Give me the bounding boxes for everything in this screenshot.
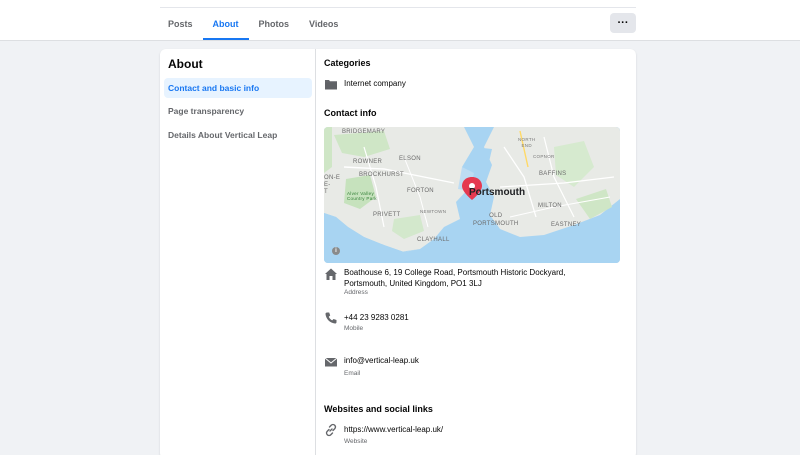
map-label-forton: FORTON [407,188,434,194]
tab-posts[interactable]: Posts [158,8,203,40]
map-label-brockhurst: BROCKHURST [359,172,405,178]
map-info-icon[interactable]: i [332,247,340,255]
map-label-copnor: COPNOR [533,154,555,159]
page-tabs-bar: Posts About Photos Videos ··· [0,0,800,41]
briefcase-icon [325,80,337,90]
map-label-eastney: EASTNEY [551,222,582,228]
categories-title: Categories [324,58,371,68]
about-content: Categories Internet company Contact info [324,49,624,455]
more-options-button[interactable]: ··· [610,13,636,33]
email-value[interactable]: info@vertical-leap.uk [344,355,594,366]
map-label-privett: PRIVETT [373,212,401,218]
location-map[interactable]: BRIDGEMARY ROWNER ELSON BROCKHURST FORTO… [324,127,620,263]
map-label-edge: ON-E E- T [324,175,341,195]
link-icon [325,423,337,437]
tab-about[interactable]: About [202,8,249,40]
map-label-elson: ELSON [399,156,421,162]
map-label-north-end: NORTH END [518,137,536,148]
map-label-rowner: ROWNER [353,159,383,165]
nav-contact-basic-info[interactable]: Contact and basic info [164,78,312,98]
map-label-bridgemary: BRIDGEMARY [342,129,386,135]
email-row: info@vertical-leap.uk Email [324,355,620,379]
category-row: Internet company [324,77,620,91]
about-title: About [168,57,203,71]
tab-photos[interactable]: Photos [249,8,300,40]
map-label-milton: MILTON [538,203,562,209]
website-row: https://www.vertical-leap.uk/ Website [324,423,620,447]
map-label-park: Alver Valley Country Park [347,191,377,201]
home-icon [325,268,337,280]
address-value: Boathouse 6, 19 College Road, Portsmouth… [344,268,566,288]
nav-page-transparency[interactable]: Page transparency [164,101,312,121]
phone-value: +44 23 9283 0281 [344,313,409,322]
about-sidebar: About Contact and basic info Page transp… [160,49,316,455]
map-label-portsmouth: Portsmouth [469,187,526,198]
phone-icon [325,312,337,324]
email-icon [324,357,338,367]
nav-details-about[interactable]: Details About Vertical Leap [164,125,312,145]
address-label: Address [344,289,368,296]
phone-row: +44 23 9283 0281 Mobile [324,311,620,335]
about-card: About Contact and basic info Page transp… [160,49,636,455]
websites-title: Websites and social links [324,404,433,414]
map-label-newtown: NEWTOWN [420,209,447,214]
phone-label: Mobile [344,325,364,332]
contact-info-title: Contact info [324,108,377,118]
map-label-clayhall: CLAYHALL [417,237,450,243]
map-label-baffins: BAFFINS [539,171,567,177]
address-row: Boathouse 6, 19 College Road, Portsmouth… [324,267,620,299]
category-value: Internet company [344,79,406,88]
map-label-old-portsmouth: OLD PORTSMOUTH [473,213,519,227]
tab-list: Posts About Photos Videos [158,8,348,40]
tab-videos[interactable]: Videos [299,8,348,40]
website-link[interactable]: https://www.vertical-leap.uk/ [344,424,594,435]
email-label: Email [344,370,361,377]
website-label: Website [344,438,368,445]
